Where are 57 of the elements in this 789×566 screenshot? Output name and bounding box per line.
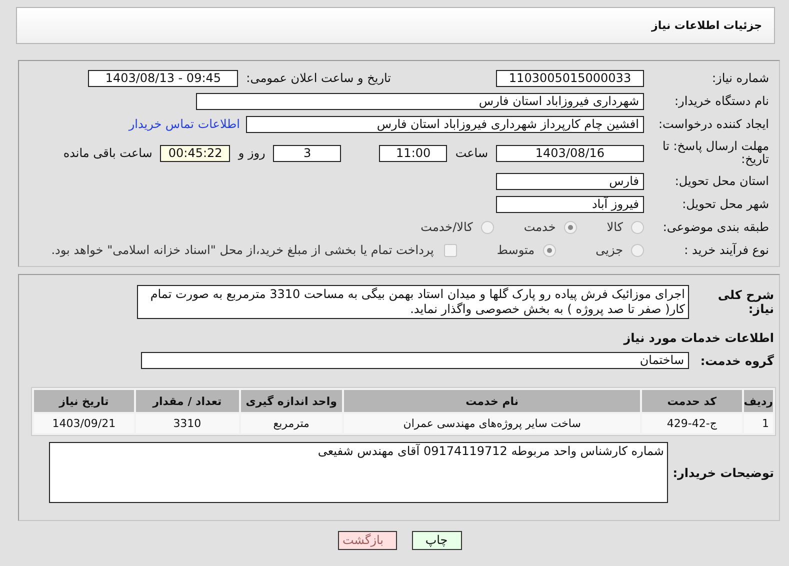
text-field[interactable]: 1103005015000033 [496,70,644,86]
text-field[interactable]: فارس [496,172,644,190]
page-title: جزئیات اطلاعات نیاز [652,19,762,32]
text-field[interactable]: 3 [273,144,342,162]
text-field[interactable]: فیروز آباد [496,196,644,212]
checkbox-label: پرداخت تمام یا بخشی از مبلغ خرید،از محل "اسناد خزانه اسلامی" خواهد بود. [51,243,434,257]
option-label: کالا [606,220,623,234]
radio-button[interactable] [631,244,644,256]
field-label: ایجاد کننده درخواست: [657,118,770,130]
field-label: شماره نیاز: [711,72,770,84]
column-header: واحد اندازه گیری [240,390,342,412]
column-header: ردیف [744,390,773,412]
field-label: شهر محل تحویل: [681,198,770,210]
field-label: تاریخ و ساعت اعلان عمومی: [246,71,391,85]
field-label: مهلت ارسال پاسخ: تا تاریخ: [661,140,770,166]
column-header: تاریخ نیاز [34,390,134,412]
checkbox[interactable] [444,244,457,256]
field-label: استان محل تحویل: [674,174,770,188]
text-field[interactable]: 1403/08/16 [496,144,644,162]
field-label: ساعت [455,146,488,160]
option-label: جزیی [596,243,623,257]
text-area[interactable]: اجرای موزائیک فرش پیاده رو پارک گلها و میدان استاد بهمن بیگی به مساحت 3310 مترمربع به صورت تمام کار( صفر تا صد پروژه ) به بخش خصوصی واگذار نماید. [137,285,689,319]
field-label: ساعت باقی مانده [63,146,152,160]
table-cell: مترمربع [240,414,342,433]
text-field[interactable]: ساختمان [141,352,689,369]
column-header: نام خدمت [344,390,640,412]
radio-button[interactable] [631,220,644,234]
column-header: تعداد / مقدار [136,390,239,412]
back-button[interactable]: بازگشت [338,531,396,550]
field-label: روز و [238,146,266,160]
section-heading: اطلاعات خدمات مورد نیاز [622,331,774,347]
text-field[interactable]: 00:45:22 [160,144,230,162]
print-button[interactable]: چاپ [412,531,462,550]
table-cell: 1403/09/21 [34,414,134,433]
column-header: کد حدمت [642,390,742,412]
radio-button[interactable] [542,244,556,256]
field-label: نام دستگاه خریدار: [674,94,770,108]
text-field[interactable]: 11:00 [379,144,448,162]
radio-button[interactable] [480,220,494,234]
option-label: متوسط [496,243,535,257]
contact-link[interactable]: اطلاعات تماس خریدار [128,117,240,131]
table-cell: 3310 [136,414,239,433]
option-label: کالا/خدمت [420,220,473,234]
field-label: طبقه بندی موضوعی: [662,220,770,234]
text-field[interactable]: شهرداری فیروزاباد استان فارس [196,92,644,110]
field-label: شرح کلی نیاز: [716,288,775,316]
radio-button[interactable] [564,220,577,234]
option-label: خدمت [524,220,556,234]
table-cell: ج-42-429 [642,414,742,433]
field-label: نوع فرآیند خرید : [683,244,770,256]
table-cell: 1 [744,414,773,433]
text-area[interactable]: شماره کارشناس واحد مربوطه 09174119712 آقای مهندس شفیعی [49,442,668,503]
text-field[interactable]: افشین چام کارپرداز شهرداری فیروزاباد استان فارس [246,116,644,132]
field-label: توضیحات خریدار: [672,466,775,480]
text-field[interactable]: 1403/08/13 - 09:45 [88,70,238,86]
field-label: گروه خدمت: [699,354,775,368]
table-cell: ساخت سایر پروژه‌های مهندسی عمران [344,414,640,433]
